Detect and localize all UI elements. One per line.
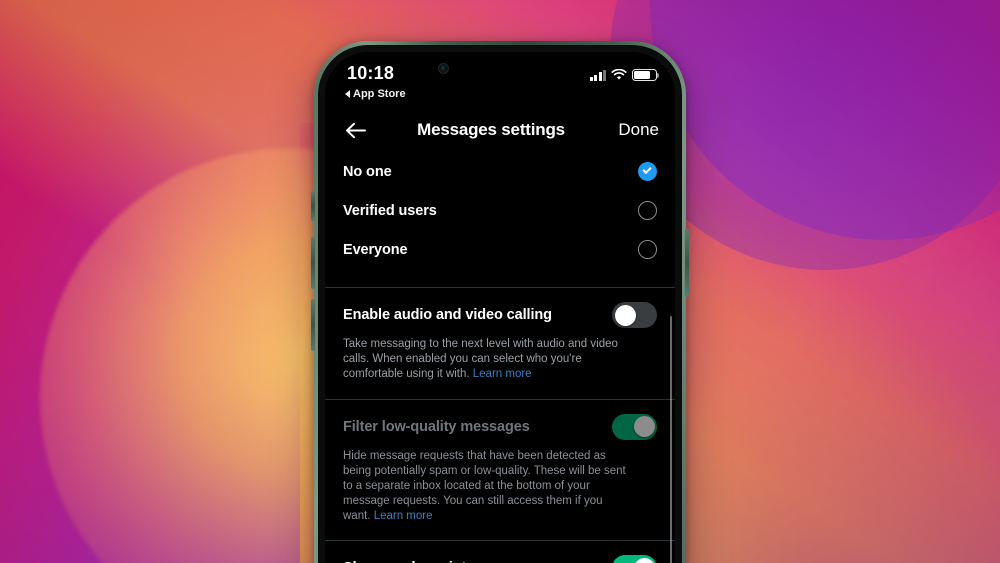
- section-description: Hide message requests that have been det…: [343, 449, 631, 525]
- settings-content: No one Verified users Everyone Enable au…: [325, 152, 675, 563]
- toggle-audio-video-calling[interactable]: [612, 302, 657, 328]
- back-to-app-store[interactable]: App Store: [345, 88, 406, 100]
- learn-more-link[interactable]: Learn more: [374, 510, 433, 522]
- section-header: Enable audio and video calling: [343, 302, 657, 328]
- radio-circle-icon[interactable]: [638, 240, 657, 259]
- triangle-left-icon: [345, 90, 350, 98]
- phone-device: 10:18 App Store Messages settings Done N…: [311, 41, 689, 563]
- radio-option-verified-users[interactable]: Verified users: [325, 191, 675, 230]
- radio-label: No one: [343, 163, 392, 180]
- radio-circle-icon[interactable]: [638, 201, 657, 220]
- cellular-bars-icon: [589, 69, 606, 81]
- radio-option-no-one[interactable]: No one: [325, 152, 675, 191]
- scrollbar-thumb[interactable]: [669, 316, 672, 563]
- section-header: Filter low-quality messages: [343, 413, 657, 440]
- section-audio-video-calling: Enable audio and video calling Take mess…: [325, 288, 675, 399]
- front-camera-icon: [438, 63, 449, 74]
- status-indicators: [589, 69, 660, 81]
- radio-label: Everyone: [343, 241, 408, 258]
- section-header: Show read receipts: [343, 555, 657, 563]
- volume-up-button[interactable]: [311, 237, 315, 289]
- section-title: Enable audio and video calling: [343, 307, 552, 323]
- section-description: Take messaging to the next level with au…: [343, 337, 631, 383]
- battery-icon: [632, 69, 660, 81]
- back-to-app-label: App Store: [353, 88, 406, 100]
- notch: [416, 52, 584, 82]
- section-filter-low-quality-messages: Filter low-quality messages Hide message…: [325, 400, 675, 541]
- toggle-show-read-receipts[interactable]: [612, 555, 657, 563]
- section-show-read-receipts: Show read receipts: [325, 541, 675, 563]
- volume-down-button[interactable]: [311, 299, 315, 351]
- toggle-knob: [614, 304, 636, 326]
- section-title: Filter low-quality messages: [343, 418, 530, 435]
- nav-bar: Messages settings Done: [325, 108, 675, 152]
- radio-group: No one Verified users Everyone: [325, 152, 675, 269]
- toggle-knob: [633, 557, 655, 563]
- learn-more-link[interactable]: Learn more: [473, 368, 532, 380]
- settings-scroll-area[interactable]: No one Verified users Everyone Enable au…: [325, 152, 675, 563]
- toggle-knob: [633, 416, 655, 438]
- page-title: Messages settings: [417, 120, 565, 139]
- radio-label: Verified users: [343, 202, 437, 219]
- radio-check-icon[interactable]: [638, 162, 657, 181]
- wifi-icon: [611, 69, 627, 80]
- toggle-filter-low-quality-messages[interactable]: [612, 413, 657, 440]
- status-time: 10:18: [347, 63, 395, 83]
- back-button[interactable]: [341, 116, 369, 144]
- screenshot-stage: 10:18 App Store Messages settings Done N…: [0, 0, 1000, 563]
- arrow-left-icon: [345, 122, 366, 138]
- radio-option-everyone[interactable]: Everyone: [325, 230, 675, 269]
- power-button[interactable]: [685, 229, 689, 297]
- phone-screen: 10:18 App Store Messages settings Done N…: [325, 52, 675, 563]
- mute-switch[interactable]: [311, 191, 315, 221]
- done-button[interactable]: Done: [613, 120, 659, 140]
